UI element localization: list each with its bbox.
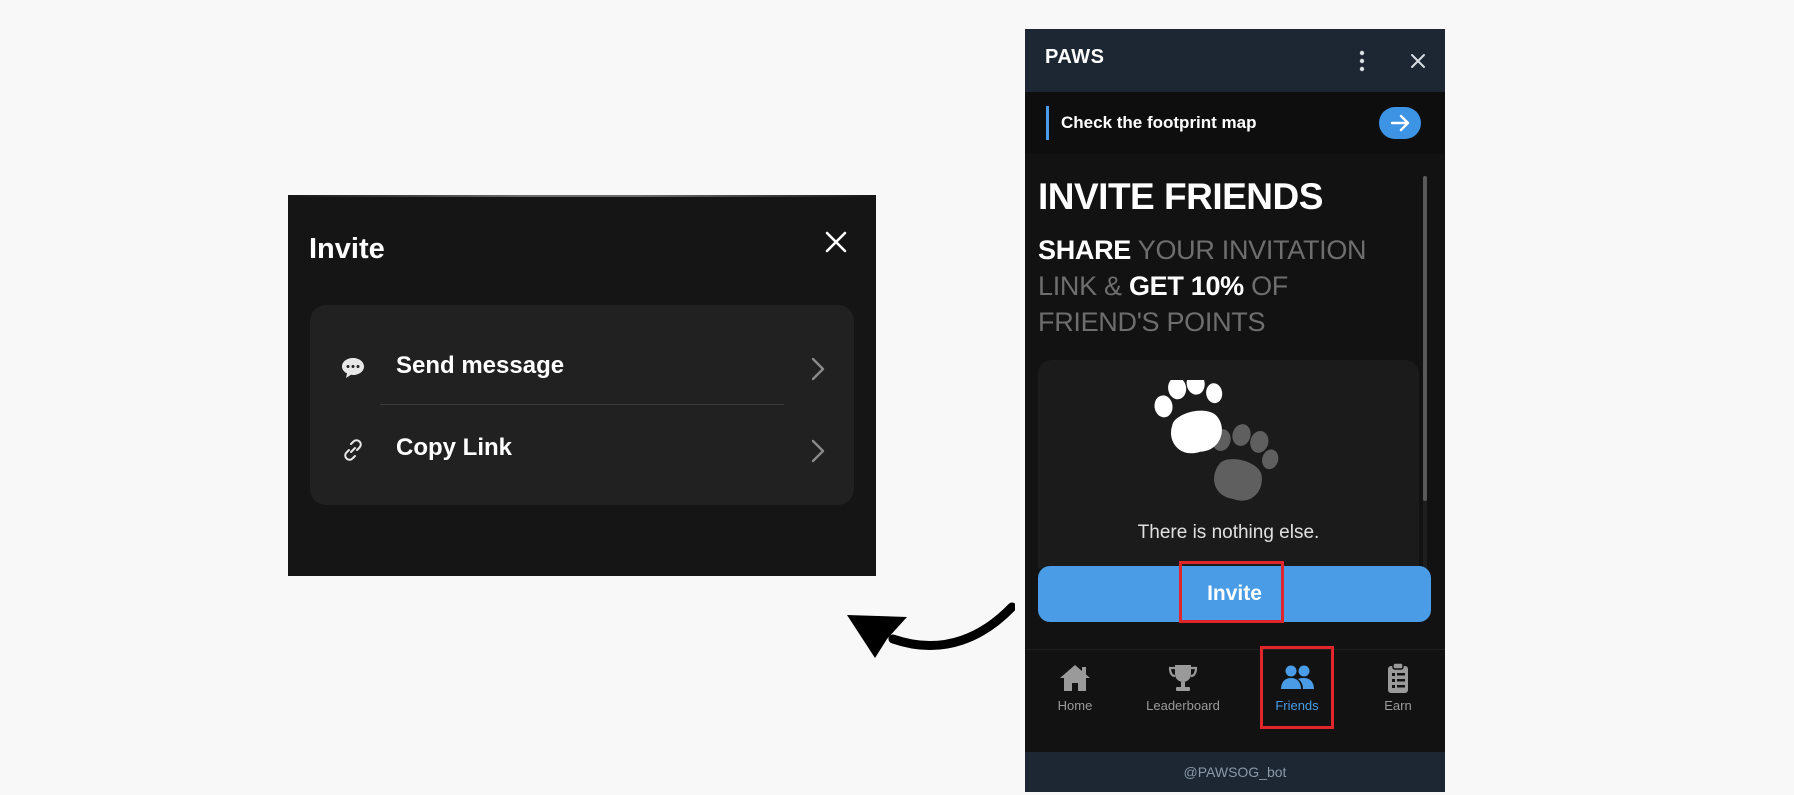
close-icon[interactable] xyxy=(821,227,851,257)
app-header: PAWS xyxy=(1025,29,1445,92)
modal-top-edge xyxy=(288,195,876,197)
link-icon xyxy=(344,439,362,461)
subtitle-share: SHARE xyxy=(1038,235,1132,265)
paws-app-window: PAWS Check the footprint map INVITE FRIE… xyxy=(1025,29,1445,792)
banner-arrow-button[interactable] xyxy=(1379,107,1421,139)
chevron-right-icon xyxy=(811,357,825,381)
invite-options-card: Send message Copy Link xyxy=(310,305,854,505)
home-icon xyxy=(1060,665,1090,691)
send-message-option[interactable]: Send message xyxy=(310,328,854,408)
copy-link-option[interactable]: Copy Link xyxy=(310,410,854,490)
bottom-tab-bar: Home Leaderboard Friends Earn xyxy=(1025,646,1445,753)
app-title: PAWS xyxy=(1045,46,1105,68)
chevron-right-icon xyxy=(811,439,825,463)
tab-home-label: Home xyxy=(1057,698,1093,713)
footprint-map-banner[interactable]: Check the footprint map xyxy=(1025,92,1445,154)
tab-leaderboard[interactable]: Leaderboard xyxy=(1138,650,1228,753)
copy-link-label: Copy Link xyxy=(396,434,513,461)
send-message-label: Send message xyxy=(396,352,565,379)
scrollbar-thumb[interactable] xyxy=(1423,176,1427,501)
tab-home[interactable]: Home xyxy=(1030,650,1120,753)
close-icon[interactable] xyxy=(1403,46,1433,76)
content-scrollbar[interactable] xyxy=(1423,176,1427,569)
options-divider xyxy=(380,404,784,405)
arrow-right-icon xyxy=(1390,114,1410,132)
modal-title: Invite xyxy=(309,233,385,265)
clipboard-icon xyxy=(1388,662,1408,693)
banner-accent-bar xyxy=(1046,106,1049,140)
invite-modal: Invite Send message Copy Link xyxy=(288,195,876,576)
tab-earn[interactable]: Earn xyxy=(1353,650,1443,753)
more-options-icon[interactable] xyxy=(1347,46,1377,76)
friends-content[interactable]: INVITE FRIENDS SHARE YOUR INVITATION LIN… xyxy=(1025,154,1445,569)
invite-subtitle: SHARE YOUR INVITATION LINK & GET 10% OF … xyxy=(1038,232,1368,340)
empty-state-text: There is nothing else. xyxy=(1137,522,1320,543)
subtitle-bonus: GET 10% xyxy=(1128,271,1244,301)
curved-arrow-icon xyxy=(847,602,1015,658)
tab-leaderboard-label: Leaderboard xyxy=(1146,698,1220,713)
trophy-icon xyxy=(1168,665,1198,691)
chat-bubble-icon xyxy=(342,358,364,378)
bot-handle-footer: @PAWSOG_bot xyxy=(1025,752,1445,792)
friends-empty-state: There is nothing else. xyxy=(1038,360,1419,569)
paw-prints-icon xyxy=(1154,380,1279,501)
banner-text: Check the footprint map xyxy=(1061,113,1257,132)
tab-earn-label: Earn xyxy=(1384,698,1412,713)
friends-tab-highlight-box xyxy=(1260,646,1334,729)
invite-highlight-box xyxy=(1179,561,1284,623)
invite-heading: INVITE FRIENDS xyxy=(1038,176,1323,217)
